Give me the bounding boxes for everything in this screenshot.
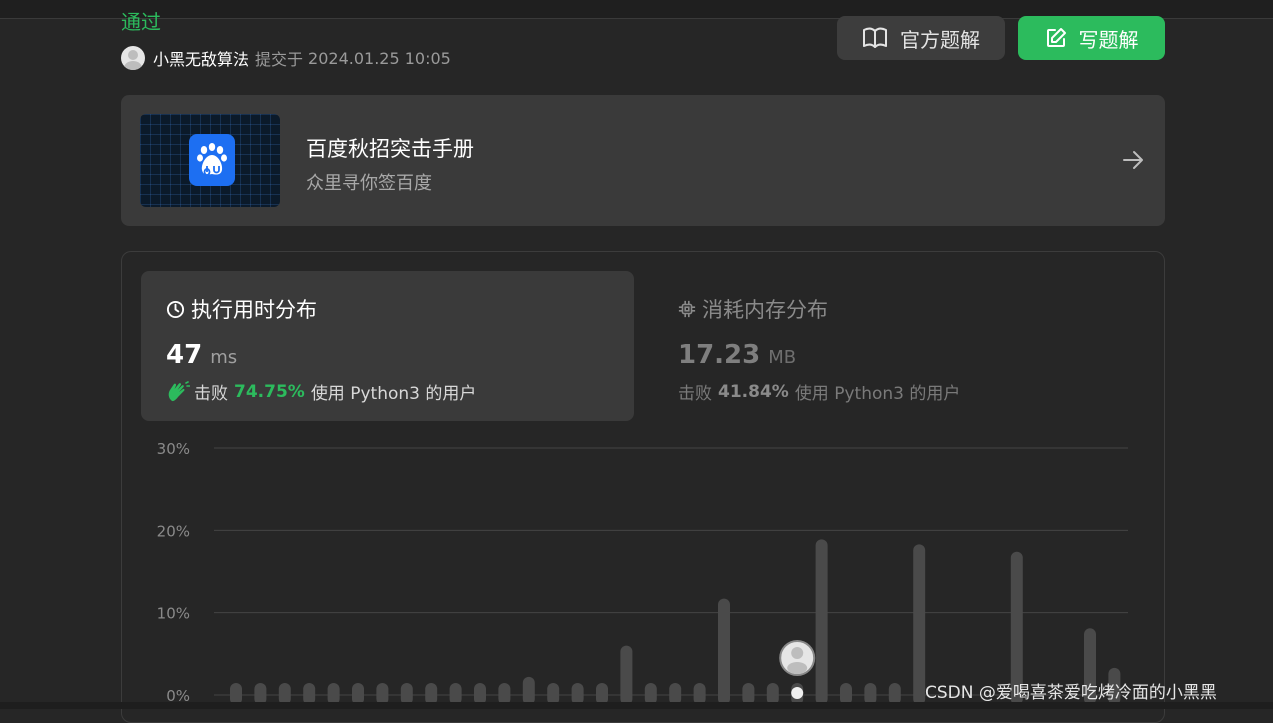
chart-bar [766, 683, 779, 702]
runtime-tab-title[interactable]: 执行用时分布 [166, 294, 317, 324]
memory-value: 17.23 MB [678, 340, 797, 370]
book-icon [863, 27, 887, 48]
chart-bar [522, 676, 535, 702]
chart-bar [449, 683, 462, 702]
write-solution-label: 写题解 [1078, 27, 1139, 52]
chart-bar [596, 683, 608, 702]
chart-bar [571, 683, 584, 702]
baidu-logo-icon [189, 134, 235, 186]
chart-bar [718, 598, 730, 702]
memory-tab-title[interactable]: 消耗内存分布 [678, 294, 828, 324]
chart-bar [230, 683, 242, 702]
chart-bar [693, 683, 706, 702]
chart-bar [327, 683, 340, 702]
chart-bar [498, 683, 511, 702]
chart-bar [888, 683, 901, 702]
avatar-body [787, 662, 808, 674]
submission-time: 2024.01.25 10:05 [308, 48, 451, 68]
write-solution-button[interactable]: 写题解 [1018, 16, 1165, 60]
y-tick-label: 0% [166, 687, 190, 702]
submission-status: 通过 [121, 10, 161, 34]
chart-bar [278, 683, 291, 702]
chart-bar [474, 683, 486, 702]
memory-beat: 击败 41.84% 使用 Python3 的用户 [678, 381, 961, 405]
submission-info: 小黑无敌算法 提交于 2024.01.25 10:05 [121, 44, 451, 72]
edit-icon [1046, 28, 1066, 47]
chip-icon [678, 300, 696, 318]
clap-icon [168, 380, 190, 401]
chart-bar [669, 683, 682, 702]
chart-bar [425, 683, 438, 702]
csdn-watermark: CSDN @爱喝喜茶爱吃烤冷面的小黑黑 [925, 683, 1217, 703]
highlight-bar [791, 687, 804, 699]
chart-bar [303, 683, 316, 702]
y-tick-label: 20% [157, 522, 190, 540]
clock-icon [166, 300, 185, 318]
avatar-head [791, 647, 804, 659]
username[interactable]: 小黑无敌算法 [153, 46, 249, 70]
ad-thumbnail [140, 114, 280, 207]
chart-bar [815, 539, 828, 702]
official-solution-label: 官方题解 [900, 27, 980, 52]
y-tick-label: 30% [157, 440, 190, 458]
ad-banner[interactable]: 百度秋招突击手册 众里寻你签百度 [121, 95, 1165, 226]
runtime-value: 47 ms [166, 340, 238, 370]
avatar[interactable] [121, 46, 145, 70]
official-solution-button[interactable]: 官方题解 [837, 16, 1005, 60]
submitted-label: 提交于 [255, 50, 304, 69]
chart-bar [864, 683, 877, 702]
chart-bar [840, 683, 852, 702]
chart-bar [376, 683, 389, 702]
chart-bar [547, 683, 560, 702]
chart-bar [913, 544, 926, 702]
chart-bar [254, 683, 267, 702]
chart-bar [620, 645, 633, 702]
bottom-edge [0, 702, 1273, 709]
ad-title: 百度秋招突击手册 [306, 137, 474, 161]
ad-subtitle: 众里寻你签百度 [306, 173, 432, 194]
arrow-right-icon[interactable] [1121, 148, 1145, 172]
chart-bar [400, 683, 413, 702]
y-tick-label: 10% [157, 605, 190, 623]
chart-bar [742, 683, 755, 702]
chart-bar [352, 683, 364, 702]
runtime-beat: 击败 74.75% 使用 Python3 的用户 [166, 379, 476, 404]
runtime-distribution-chart: 0% 10% 20% 30% [157, 440, 1128, 702]
chart-bar [644, 683, 657, 702]
